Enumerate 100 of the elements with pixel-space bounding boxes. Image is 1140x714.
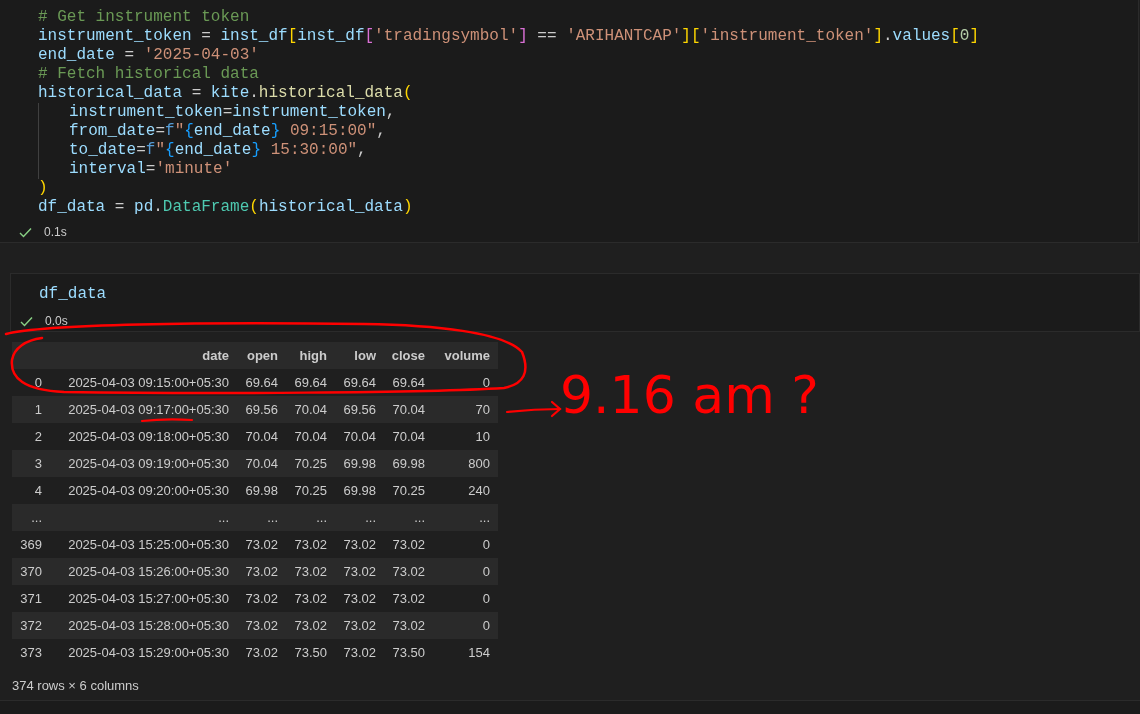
table-cell: 2025-04-03 15:25:00+05:30	[68, 537, 229, 552]
table-cell: 70	[475, 402, 490, 417]
column-header: date	[50, 342, 237, 369]
table-cell: 70.04	[294, 402, 327, 417]
handwritten-note: 9.16 am ?	[560, 364, 819, 427]
table-cell: 73.02	[245, 618, 278, 633]
table-cell: 70.04	[392, 429, 425, 444]
check-icon	[19, 226, 32, 238]
row-index: ...	[31, 510, 42, 525]
table-cell: 73.02	[392, 564, 425, 579]
table-cell: 70.04	[392, 402, 425, 417]
row-index: 4	[34, 483, 42, 498]
table-cell: 70.25	[294, 456, 327, 471]
table-cell: 69.64	[392, 375, 425, 390]
code-line: instrument_token=instrument_token,	[38, 103, 1138, 122]
table-cell: 73.02	[343, 618, 376, 633]
table-cell: 73.02	[245, 564, 278, 579]
table-cell: 73.02	[392, 591, 425, 606]
table-cell: 73.50	[392, 645, 425, 660]
row-index: 370	[20, 564, 42, 579]
table-cell: 73.02	[294, 591, 327, 606]
column-header: open	[237, 342, 286, 369]
table-cell: ...	[414, 510, 425, 525]
table-cell: ...	[479, 510, 490, 525]
table-cell: 69.64	[343, 375, 376, 390]
row-index: 371	[20, 591, 42, 606]
table-cell: 70.25	[392, 483, 425, 498]
column-header: close	[384, 342, 433, 369]
table-cell: 73.02	[343, 537, 376, 552]
table-cell: 2025-04-03 09:20:00+05:30	[68, 483, 229, 498]
table-cell: 70.04	[343, 429, 376, 444]
code-line: # Get instrument token	[38, 8, 251, 27]
table-cell: 2025-04-03 09:15:00+05:30	[68, 375, 229, 390]
table-cell: 154	[468, 645, 490, 660]
table-cell: 69.98	[392, 456, 425, 471]
table-cell: ...	[267, 510, 278, 525]
table-cell: 0	[482, 564, 490, 579]
table-cell: 0	[482, 591, 490, 606]
table-cell: ...	[316, 510, 327, 525]
row-index: 373	[20, 645, 42, 660]
row-index: 369	[20, 537, 42, 552]
table-cell: ...	[365, 510, 376, 525]
table-cell: 69.98	[343, 456, 376, 471]
table-cell: 2025-04-03 15:28:00+05:30	[68, 618, 229, 633]
table-cell: 73.02	[392, 537, 425, 552]
table-cell: 73.02	[392, 618, 425, 633]
check-icon	[20, 315, 33, 327]
table-cell: 0	[482, 537, 490, 552]
table-cell: 2025-04-03 09:17:00+05:30	[68, 402, 229, 417]
code-line: from_date=f"{end_date} 09:15:00",	[38, 122, 1138, 141]
code-line: interval='minute'	[38, 160, 1138, 179]
table-cell: 73.02	[294, 537, 327, 552]
run-time: 0.1s	[44, 225, 67, 239]
code-line: df_data	[39, 285, 108, 304]
run-time: 0.0s	[45, 314, 68, 328]
table-cell: 73.02	[245, 645, 278, 660]
table-cell: 73.02	[343, 591, 376, 606]
table-cell: 73.02	[245, 537, 278, 552]
code-line: # Fetch historical data	[38, 65, 260, 84]
column-header: volume	[433, 342, 498, 369]
table-cell: 10	[475, 429, 490, 444]
column-header: low	[335, 342, 384, 369]
table-cell: 70.04	[245, 429, 278, 444]
code-line: end_date = '2025-04-03'	[38, 46, 260, 65]
table-cell: 69.56	[343, 402, 376, 417]
underline-drawing	[140, 418, 194, 423]
table-cell: 800	[468, 456, 490, 471]
table-cell: 73.02	[294, 618, 327, 633]
table-cell: 2025-04-03 15:26:00+05:30	[68, 564, 229, 579]
code-cell[interactable]	[0, 0, 1139, 243]
code-cell[interactable]: df_data 0.0s	[10, 273, 1140, 332]
table-summary: 374 rows × 6 columns	[12, 678, 139, 693]
table-cell: 73.02	[245, 591, 278, 606]
code-line: instrument_token = inst_df[inst_df['tradingsymbol'] == 'ARIHANTCAP']['instrument_token'].values[0]	[38, 27, 981, 46]
table-cell: 2025-04-03 09:19:00+05:30	[68, 456, 229, 471]
row-index: 1	[34, 402, 42, 417]
table-cell: 73.02	[294, 564, 327, 579]
row-index: 0	[34, 375, 42, 390]
table-cell: 69.64	[294, 375, 327, 390]
table-cell: 69.98	[245, 483, 278, 498]
table-cell: 70.04	[294, 429, 327, 444]
table-cell: 70.04	[245, 456, 278, 471]
table-cell: 70.25	[294, 483, 327, 498]
table-cell: ...	[218, 510, 229, 525]
table-cell: 73.02	[343, 645, 376, 660]
code-line: )	[38, 179, 49, 198]
table-cell: 73.02	[343, 564, 376, 579]
table-cell: 0	[482, 375, 490, 390]
table-cell: 2025-04-03 15:29:00+05:30	[68, 645, 229, 660]
table-cell: 69.56	[245, 402, 278, 417]
column-header: high	[286, 342, 335, 369]
code-line: historical_data = kite.historical_data(	[38, 84, 414, 103]
code-line: to_date=f"{end_date} 15:30:00",	[38, 141, 1138, 160]
code-line: df_data = pd.DataFrame(historical_data)	[38, 198, 414, 217]
table-cell: 0	[482, 618, 490, 633]
row-index: 372	[20, 618, 42, 633]
row-index: 2	[34, 429, 42, 444]
table-cell: 73.50	[294, 645, 327, 660]
table-cell: 69.64	[245, 375, 278, 390]
table-cell: 2025-04-03 15:27:00+05:30	[68, 591, 229, 606]
